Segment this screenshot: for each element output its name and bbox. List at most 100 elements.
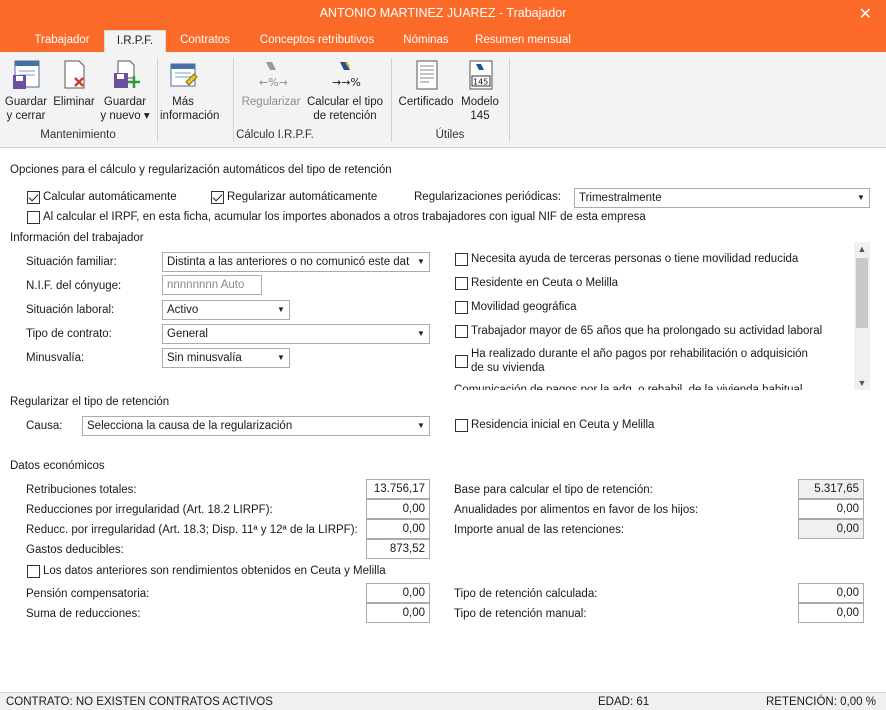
importe-anual-value: 0,00	[798, 519, 864, 539]
mayor-65-checkbox[interactable]	[455, 325, 468, 338]
situacion-laboral-select[interactable]: Activo ▼	[162, 300, 290, 320]
ayuda-terceras-checkbox[interactable]	[455, 253, 468, 266]
tab-conceptos-retributivos[interactable]: Conceptos retributivos	[248, 30, 386, 52]
calculate-rate-label-1: Calcular el tipo	[306, 96, 384, 108]
svg-text:←%→: ←%→	[259, 76, 288, 89]
acumular-label: Al calcular el IRPF, en esta ficha, acum…	[43, 211, 646, 223]
causa-label: Causa:	[26, 420, 63, 432]
ribbon: Guardar y cerrar Eliminar Guardar y nuev…	[0, 52, 886, 148]
status-edad: EDAD: 61	[598, 696, 650, 708]
save-close-label-1: Guardar	[4, 96, 48, 108]
situacion-laboral-value: Activo	[167, 304, 199, 316]
model145-button[interactable]: 145 Modelo 145	[458, 58, 502, 123]
causa-select[interactable]: Selecciona la causa de la regularización…	[82, 416, 430, 436]
nif-conyuge-label: N.I.F. del cónyuge:	[26, 280, 122, 292]
minusvalia-label: Minusvalía:	[26, 352, 85, 364]
more-info-label-2: información	[160, 110, 220, 122]
causa-value: Selecciona la causa de la regularización	[87, 420, 293, 432]
retribuciones-label: Retribuciones totales:	[26, 484, 137, 496]
delete-icon	[64, 60, 85, 89]
svg-text:→→%: →→%	[332, 76, 361, 89]
tab-trabajador[interactable]: Trabajador	[24, 30, 100, 52]
minusvalia-value: Sin minusvalía	[167, 352, 242, 364]
minusvalia-select[interactable]: Sin minusvalía ▼	[162, 348, 290, 368]
delete-button[interactable]: Eliminar	[52, 58, 96, 109]
tab-resumen-mensual[interactable]: Resumen mensual	[466, 30, 580, 52]
save-close-icon	[13, 60, 40, 89]
model145-label-1: Modelo	[461, 96, 499, 108]
save-new-icon	[114, 60, 140, 88]
regularize-button[interactable]: ←%→ Regularizar	[240, 58, 302, 109]
save-new-label-1: Guardar	[103, 96, 147, 108]
tipo-contrato-value: General	[167, 328, 208, 340]
retribuciones-input[interactable]: 13.756,17	[366, 479, 430, 499]
tipo-manual-input[interactable]: 0,00	[798, 603, 864, 623]
suma-reducciones-label: Suma de reducciones:	[26, 608, 141, 620]
residencia-inicial-label: Residencia inicial en Ceuta y Melilla	[471, 419, 655, 431]
ceuta-rendimientos-checkbox[interactable]	[27, 565, 40, 578]
status-retencion: RETENCIÓN: 0,00 %	[766, 696, 876, 708]
importe-anual-label: Importe anual de las retenciones:	[454, 524, 625, 536]
reg-periodicas-select[interactable]: Trimestralmente ▼	[574, 188, 870, 208]
scroll-up-icon[interactable]: ▲	[854, 242, 870, 256]
reg-periodicas-label: Regularizaciones periódicas:	[414, 191, 562, 203]
tab-bar: Trabajador I.R.P.F. Contratos Conceptos …	[0, 28, 886, 52]
regularizar-heading: Regularizar el tipo de retención	[10, 396, 170, 408]
situacion-familiar-value: Distinta a las anteriores o no comunicó …	[167, 256, 410, 268]
acumular-checkbox[interactable]	[27, 211, 40, 224]
anualidades-label: Anualidades por alimentos en favor de lo…	[454, 504, 699, 516]
model145-label-2: 145	[470, 110, 490, 122]
regularize-label: Regularizar	[241, 96, 301, 108]
reducciones-18-2-label: Reducciones por irregularidad (Art. 18.2…	[26, 504, 273, 516]
movilidad-checkbox[interactable]	[455, 301, 468, 314]
residencia-inicial-checkbox[interactable]	[455, 419, 468, 432]
scroll-thumb[interactable]	[856, 258, 868, 328]
tab-contratos[interactable]: Contratos	[170, 30, 240, 52]
certificate-icon	[416, 60, 438, 90]
rehabilitacion-checkbox[interactable]	[455, 355, 468, 368]
calc-auto-checkbox[interactable]	[27, 191, 40, 204]
situacion-familiar-label: Situación familiar:	[26, 256, 117, 268]
tipo-contrato-label: Tipo de contrato:	[26, 328, 112, 340]
scroll-down-icon[interactable]: ▼	[854, 376, 870, 390]
comunicacion-pagos-label: Comunicación de pagos por la adq. o reha…	[454, 384, 803, 390]
more-info-button[interactable]: Más información	[160, 58, 220, 123]
residente-ceuta-checkbox[interactable]	[455, 277, 468, 290]
chevron-down-icon: ▼	[273, 349, 289, 367]
tipo-calculada-input[interactable]: 0,00	[798, 583, 864, 603]
chevron-down-icon: ▼	[273, 301, 289, 319]
svg-text:145: 145	[473, 78, 488, 87]
reg-auto-checkbox[interactable]	[211, 191, 224, 204]
tab-nominas[interactable]: Nóminas	[392, 30, 460, 52]
ceuta-rendimientos-label: Los datos anteriores son rendimientos ob…	[43, 565, 386, 577]
rehabilitacion-label-1: Ha realizado durante el año pagos por re…	[471, 348, 808, 360]
save-new-button[interactable]: Guardar y nuevo ▾	[100, 58, 150, 123]
ayuda-terceras-label: Necesita ayuda de terceras personas o ti…	[471, 253, 799, 265]
suma-reducciones-input[interactable]: 0,00	[366, 603, 430, 623]
reducciones-18-2-input[interactable]: 0,00	[366, 499, 430, 519]
anualidades-input[interactable]: 0,00	[798, 499, 864, 519]
model145-icon: 145	[469, 60, 493, 90]
chevron-down-icon: ▼	[413, 417, 429, 435]
calculate-icon: →→%	[332, 61, 361, 89]
tab-irpf[interactable]: I.R.P.F.	[104, 30, 166, 52]
worker-heading: Información del trabajador	[10, 232, 144, 244]
chevron-down-icon: ▼	[413, 253, 429, 271]
tipo-contrato-select[interactable]: General ▼	[162, 324, 430, 344]
status-bar: CONTRATO: NO EXISTEN CONTRATOS ACTIVOS E…	[0, 692, 886, 710]
save-close-button[interactable]: Guardar y cerrar	[2, 58, 50, 123]
reducciones-18-3-input[interactable]: 0,00	[366, 519, 430, 539]
worker-scrollbar[interactable]: ▲ ▼	[854, 242, 870, 390]
gastos-deducibles-input[interactable]: 873,52	[366, 539, 430, 559]
save-new-label-2: y nuevo ▾	[100, 110, 150, 122]
reducciones-18-3-label: Reducc. por irregularidad (Art. 18.3; Di…	[26, 524, 358, 536]
gastos-deducibles-label: Gastos deducibles:	[26, 544, 124, 556]
close-icon[interactable]: ✕	[859, 4, 872, 24]
pension-input[interactable]: 0,00	[366, 583, 430, 603]
nif-conyuge-input[interactable]: nnnnnnnn Auto	[162, 275, 262, 295]
situacion-familiar-select[interactable]: Distinta a las anteriores o no comunicó …	[162, 252, 430, 272]
calc-auto-label: Calcular automáticamente	[43, 191, 177, 203]
regularize-icon: ←%→	[259, 62, 288, 89]
certificate-button[interactable]: Certificado	[396, 58, 456, 109]
calculate-rate-button[interactable]: →→% Calcular el tipo de retención	[304, 58, 386, 123]
